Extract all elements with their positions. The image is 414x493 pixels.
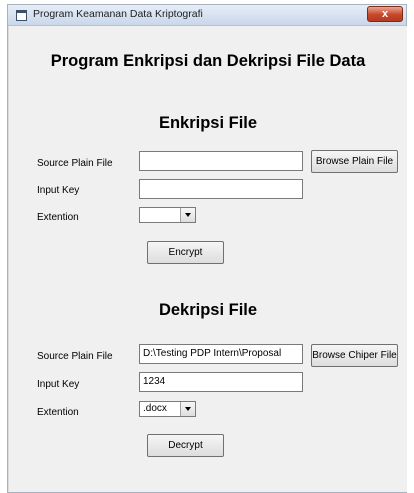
app-window-icon (16, 10, 27, 21)
chevron-down-icon[interactable] (180, 402, 195, 416)
page-title: Program Enkripsi dan Dekripsi File Data (50, 52, 366, 70)
browse-plain-file-button[interactable]: Browse Plain File (311, 150, 398, 173)
decrypt-extension-select[interactable]: .docx (139, 401, 196, 417)
window-title: Program Keamanan Data Kriptografi (33, 8, 203, 20)
decrypt-source-input[interactable]: D:\Testing PDP Intern\Proposal (139, 344, 303, 364)
encrypt-extension-label: Extention (37, 212, 79, 223)
decrypt-extension-label: Extention (37, 407, 79, 418)
encrypt-source-input[interactable] (139, 151, 303, 171)
chevron-down-icon[interactable] (180, 208, 195, 222)
encrypt-section-title: Enkripsi File (158, 114, 258, 132)
close-button[interactable]: x (367, 6, 403, 22)
app-window: Program Keamanan Data Kriptografi x Prog… (7, 4, 407, 493)
decrypt-section-title: Dekripsi File (158, 301, 258, 319)
decrypt-key-input[interactable]: 1234 (139, 372, 303, 392)
decrypt-extension-value: .docx (143, 403, 167, 414)
encrypt-source-label: Source Plain File (37, 158, 113, 169)
encrypt-button[interactable]: Encrypt (147, 241, 224, 264)
title-bar[interactable]: Program Keamanan Data Kriptografi x (8, 5, 406, 26)
encrypt-key-label: Input Key (37, 185, 80, 196)
decrypt-key-label: Input Key (37, 379, 80, 390)
form-client-area: Program Enkripsi dan Dekripsi File Data … (8, 26, 407, 492)
decrypt-source-label: Source Plain File (37, 351, 113, 362)
browse-chiper-file-button[interactable]: Browse Chiper File (311, 344, 398, 367)
encrypt-extension-select[interactable] (139, 207, 196, 223)
encrypt-key-input[interactable] (139, 179, 303, 199)
decrypt-button[interactable]: Decrypt (147, 434, 224, 457)
